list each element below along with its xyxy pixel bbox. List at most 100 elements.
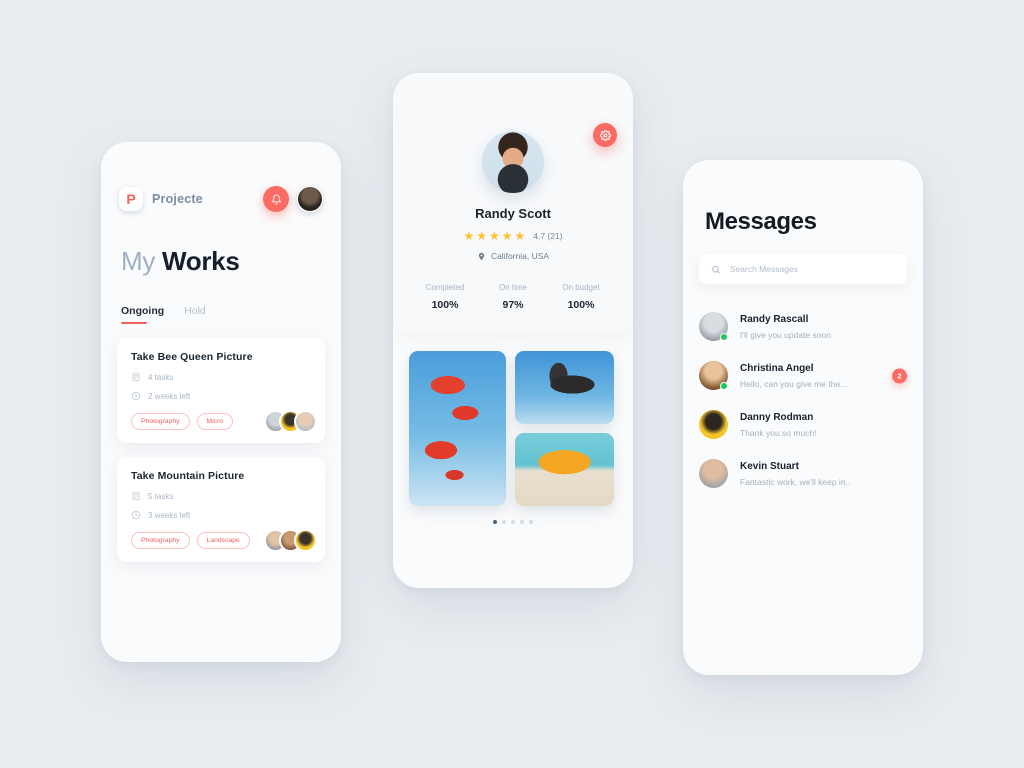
conversation-row[interactable]: Randy Rascall I'll give you update soon (683, 302, 923, 351)
page-title-bold: Works (161, 246, 240, 276)
settings-button[interactable] (593, 123, 617, 147)
page-title: My Works (121, 246, 341, 277)
conversation-text: Kevin Stuart Fantastic work, we'll keep … (740, 461, 850, 487)
conversation-avatar-wrap (699, 361, 728, 390)
gallery-pagination[interactable] (393, 520, 633, 524)
conversation-name: Christina Angel (740, 362, 814, 374)
conversation-text: Christina Angel Hello, can you give me t… (740, 363, 847, 389)
pagination-dot[interactable] (529, 520, 533, 524)
star-icon: ★ (514, 229, 526, 243)
avatar (699, 459, 728, 488)
conversation-text: Danny Rodman Thank you so much! (740, 412, 817, 438)
online-status-dot (720, 382, 728, 390)
pagination-dot[interactable] (502, 520, 506, 524)
profile-gallery (393, 333, 633, 506)
stat-on-time: On time 97% (479, 283, 547, 311)
task-count-label: 4 tasks (148, 372, 174, 382)
app-logo-letter: P (126, 191, 136, 207)
conversation-avatar-wrap (699, 410, 728, 439)
page-title-light: My (121, 246, 162, 276)
profile-rating: ★ ★ ★ ★ ★ 4.7 (21) (411, 230, 615, 242)
app-name-label: Projecte (152, 192, 203, 206)
pagination-dot[interactable] (511, 520, 515, 524)
conversation-preview: Thank you so much! (740, 427, 817, 438)
user-avatar[interactable] (297, 186, 323, 212)
stat-value: 100% (431, 299, 459, 311)
messages-phone-screen: Messages Randy Rascall I'll give you upd… (683, 160, 923, 675)
pagination-dot[interactable] (520, 520, 524, 524)
beach-umbrella-photo[interactable] (515, 433, 614, 506)
task-card-title: Take Bee Queen Picture (131, 351, 253, 363)
task-due-row: 3 weeks left (131, 510, 311, 520)
task-due-row: 2 weeks left (131, 391, 311, 401)
member-avatar (294, 410, 317, 433)
stat-label: On budget (562, 283, 600, 292)
search-bar[interactable] (699, 254, 907, 284)
task-tag[interactable]: Photography (131, 532, 190, 549)
clipboard-icon (132, 372, 140, 382)
conversation-text: Randy Rascall I'll give you update soon (740, 314, 831, 340)
gear-icon (599, 129, 611, 141)
task-tag[interactable]: Landscape (196, 532, 250, 549)
star-icon: ★ (488, 229, 500, 243)
clipboard-icon (132, 491, 140, 501)
task-tag[interactable]: Micro (196, 413, 234, 430)
search-icon (712, 265, 720, 273)
task-due-label: 2 weeks left (148, 391, 191, 401)
conversation-avatar-wrap (699, 459, 728, 488)
conversation-preview: Hello, can you give me the... (740, 378, 848, 389)
profile-stats: Completed 100% On time 97% On budget 100… (411, 283, 615, 311)
conversation-name: Randy Rascall (740, 313, 809, 325)
stat-value: 97% (502, 299, 524, 311)
stat-on-budget: On budget 100% (547, 283, 615, 311)
stat-label: Completed (425, 283, 465, 292)
stat-label: On time (498, 283, 527, 292)
conversation-list: Randy Rascall I'll give you update soon … (683, 302, 923, 498)
clock-icon (131, 510, 141, 520)
location-pin-icon (478, 252, 485, 260)
profile-location: California, USA (411, 251, 615, 261)
profile-phone-screen: Randy Scott ★ ★ ★ ★ ★ 4.7 (21) Californi… (393, 73, 633, 588)
star-icon: ★ (501, 229, 513, 243)
task-count-label: 5 tasks (148, 491, 174, 501)
messages-title: Messages (705, 208, 817, 235)
conversation-row[interactable]: Christina Angel Hello, can you give me t… (683, 351, 923, 400)
task-count-row: 5 tasks (131, 491, 311, 501)
rating-value-label: 4.7 (21) (533, 231, 563, 241)
online-status-dot (720, 333, 728, 341)
profile-name: Randy Scott (475, 206, 551, 221)
conversation-row[interactable]: Danny Rodman Thank you so much! (683, 400, 923, 449)
bell-icon (271, 194, 281, 205)
task-card[interactable]: Take Bee Queen Picture 4 tasks 2 weeks l… (117, 338, 325, 443)
task-count-row: 4 tasks (131, 372, 311, 382)
eagle-photo[interactable] (515, 351, 614, 424)
task-due-label: 3 weeks left (148, 510, 191, 520)
tab-hold[interactable]: Hold (184, 305, 206, 324)
stat-completed: Completed 100% (411, 283, 479, 311)
works-tabs: Ongoing Hold (121, 305, 341, 324)
pagination-dot[interactable] (493, 520, 497, 524)
unread-badge: 2 (892, 368, 907, 383)
search-input[interactable] (729, 264, 895, 274)
task-card[interactable]: Take Mountain Picture 5 tasks 3 weeks le… (117, 457, 325, 562)
notification-bell-button[interactable] (263, 186, 289, 212)
clock-icon (131, 391, 141, 401)
works-header: P Projecte (101, 142, 341, 212)
task-member-avatars[interactable] (264, 410, 317, 433)
task-member-avatars[interactable] (264, 529, 317, 552)
member-avatar (294, 529, 317, 552)
conversation-preview: Fantastic work, we'll keep in.. (740, 476, 851, 487)
star-icon: ★ (476, 229, 487, 243)
profile-location-label: California, USA (490, 251, 550, 261)
profile-summary-card: Randy Scott ★ ★ ★ ★ ★ 4.7 (21) Californi… (393, 73, 633, 333)
task-card-title: Take Mountain Picture (131, 470, 245, 482)
star-icon: ★ (463, 229, 475, 243)
parachutes-photo[interactable] (409, 351, 506, 506)
tab-ongoing[interactable]: Ongoing (121, 305, 164, 324)
task-tag[interactable]: Photography (131, 413, 190, 430)
app-mockup-stage: P Projecte My Works Ongoing Hold Take Be… (0, 0, 1024, 768)
conversation-row[interactable]: Kevin Stuart Fantastic work, we'll keep … (683, 449, 923, 498)
conversation-name: Danny Rodman (740, 411, 814, 423)
profile-photo[interactable] (482, 131, 544, 193)
avatar (699, 410, 728, 439)
